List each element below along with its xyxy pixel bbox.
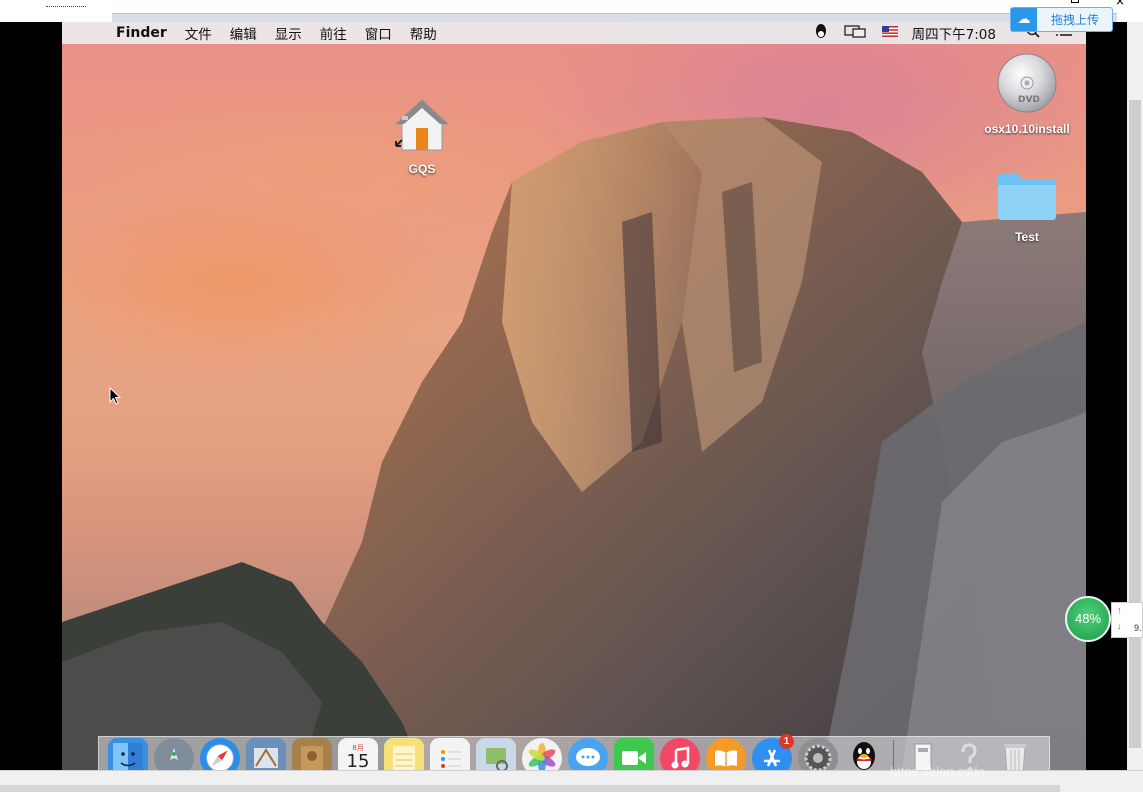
dvd-disc-icon: DVD [997, 53, 1057, 113]
dock-contacts-icon[interactable] [292, 738, 332, 770]
speed-value: 9. [1134, 623, 1142, 633]
mac-menubar: Finder 文件 编辑 显示 前往 窗口 帮助 周四下午7:08 [62, 22, 1086, 44]
restore-icon[interactable] [1071, 0, 1079, 3]
qq-status-icon[interactable] [814, 23, 828, 43]
upload-arrow-icon: ↑ [1117, 605, 1122, 615]
dock-reminders-icon[interactable] [430, 738, 470, 770]
cloud-upload-icon: ☁ [1011, 8, 1037, 31]
menu-view[interactable]: 显示 [275, 23, 302, 43]
download-arrow-icon: ↓ [1117, 621, 1122, 631]
network-speed-widget[interactable]: 48% [1065, 596, 1111, 642]
close-icon[interactable]: × [1115, 0, 1125, 8]
dock-app-store-icon[interactable]: 1 [752, 734, 794, 770]
dock-itunes-icon[interactable] [660, 738, 700, 770]
dock-safari-icon[interactable] [200, 738, 240, 770]
watermark: https://blog.csdn [890, 764, 985, 779]
scrollbar-track[interactable] [0, 785, 1060, 792]
speed-percent: 48% [1074, 611, 1102, 626]
menu-go[interactable]: 前往 [320, 23, 347, 43]
home-folder-icon [394, 99, 450, 151]
desktop-icon-label: osx10.10install [984, 122, 1070, 136]
menu-help[interactable]: 帮助 [410, 23, 437, 43]
dock-facetime-icon[interactable] [614, 738, 654, 770]
input-source-flag-icon[interactable] [881, 25, 898, 41]
menu-file[interactable]: 文件 [185, 23, 212, 43]
desktop-icon-label: Test [1015, 230, 1039, 244]
host-title-fragment [46, 6, 86, 12]
folder-icon [998, 174, 1056, 220]
menubar-clock[interactable]: 周四下午7:08 [912, 23, 996, 43]
dock-messages-icon[interactable] [568, 738, 608, 770]
speed-detail-panel: ↑ ↓ 9. [1111, 602, 1143, 638]
dock-system-preferences-icon[interactable] [798, 738, 838, 770]
dock-ibooks-icon[interactable] [706, 738, 746, 770]
menu-window[interactable]: 窗口 [365, 23, 392, 43]
dock-trash-icon[interactable] [995, 738, 1035, 770]
menu-app-finder[interactable]: Finder [116, 25, 167, 41]
host-vertical-scrollbar[interactable] [1127, 22, 1143, 770]
desktop-icon-folder[interactable]: Test [977, 170, 1077, 244]
wallpaper-mountain [62, 117, 1086, 770]
dock-photos-icon[interactable] [522, 738, 562, 770]
dock-finder-icon[interactable] [108, 738, 148, 770]
svg-text:DVD: DVD [1018, 95, 1040, 105]
app-store-badge: 1 [779, 734, 794, 749]
desktop-icon-label: GQS [408, 162, 436, 176]
dock-calendar-icon[interactable]: 8月 15 [338, 738, 378, 770]
host-toolbar-strip [112, 13, 1117, 22]
dock-mail-icon[interactable] [246, 738, 286, 770]
dock-notes-icon[interactable] [384, 738, 424, 770]
drag-upload-button[interactable]: ☁ 拖拽上传 [1010, 7, 1113, 32]
drag-upload-label: 拖拽上传 [1051, 13, 1100, 27]
host-titlebar: × [0, 0, 1143, 22]
display-mirroring-icon[interactable] [844, 24, 866, 42]
desktop-icon-home-alias[interactable]: GQS [372, 96, 472, 176]
dock-qq-icon[interactable] [844, 738, 884, 770]
mac-desktop[interactable]: Finder 文件 编辑 显示 前往 窗口 帮助 周四下午7:08 GQS DV… [62, 22, 1086, 770]
mouse-cursor-icon [109, 387, 121, 405]
menu-edit[interactable]: 编辑 [230, 23, 257, 43]
calendar-day: 15 [346, 751, 370, 771]
dock-preview-icon[interactable] [476, 738, 516, 770]
scrollbar-thumb[interactable] [1129, 100, 1141, 748]
dock-launchpad-icon[interactable] [154, 738, 194, 770]
desktop-icon-dvd[interactable]: DVD osx10.10install [977, 52, 1077, 136]
